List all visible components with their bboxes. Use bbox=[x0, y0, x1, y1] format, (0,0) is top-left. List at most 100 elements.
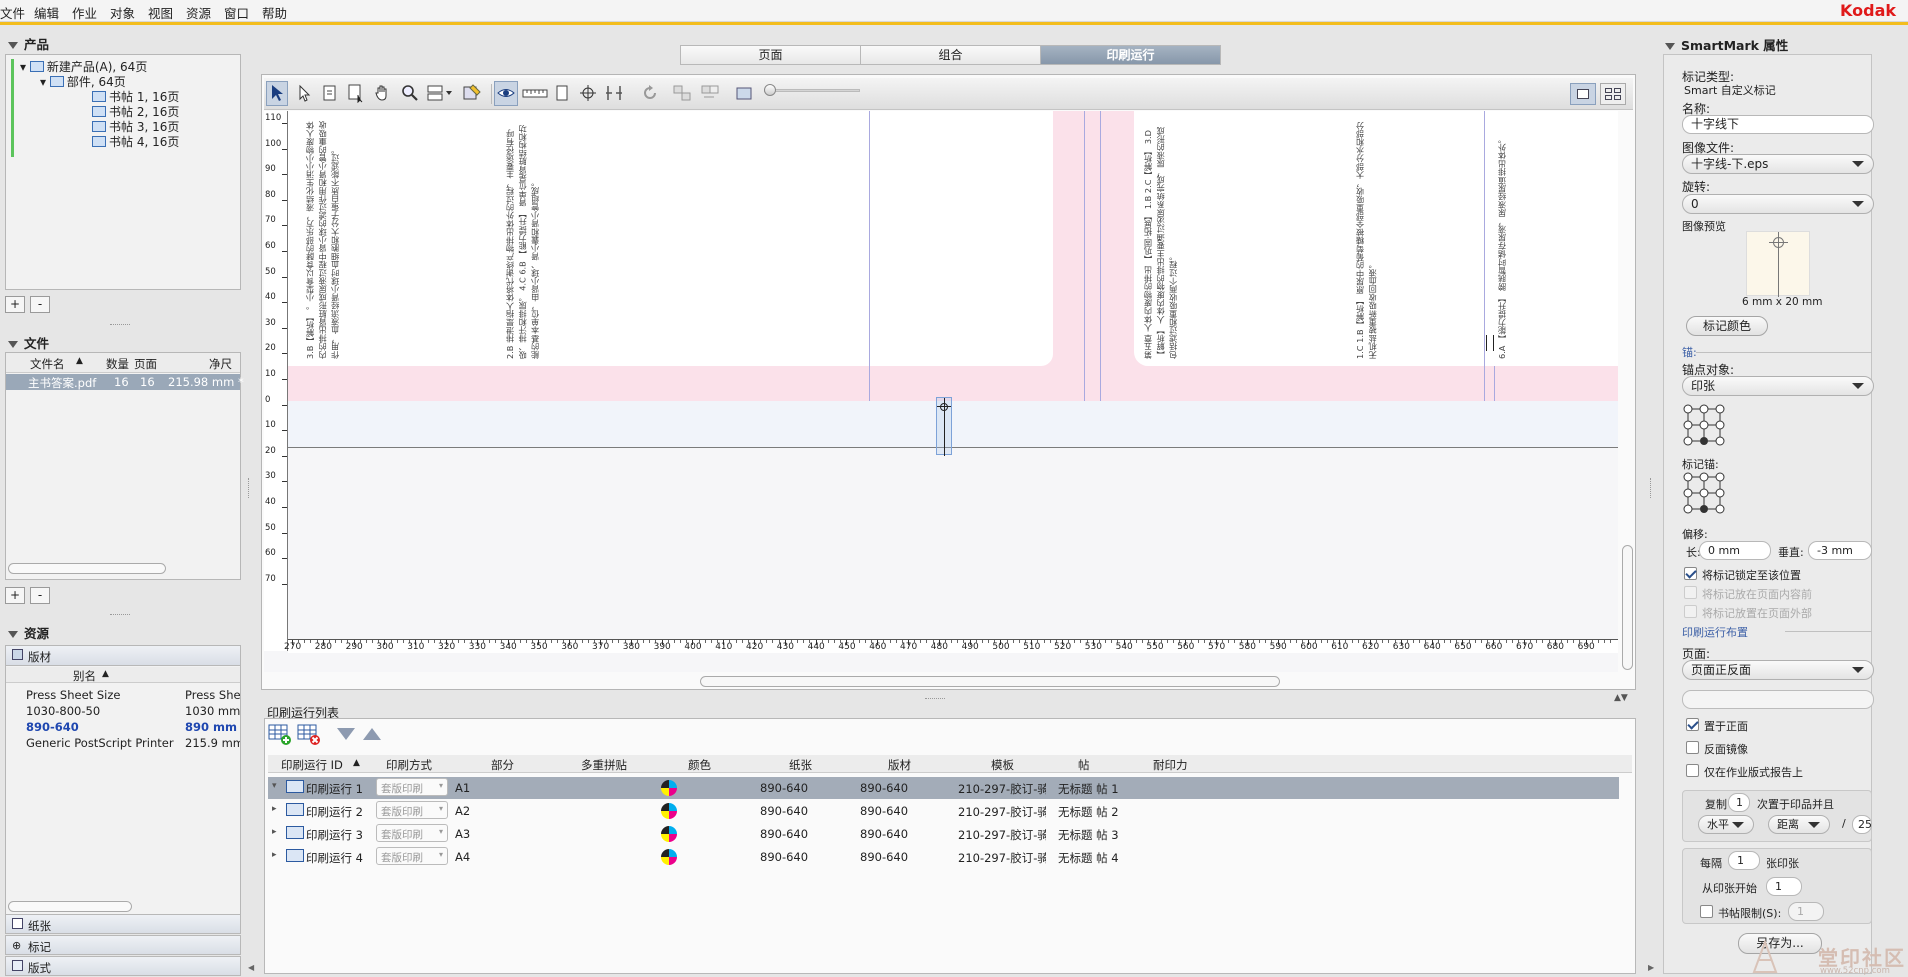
expand-triangle-icon[interactable]: ▾ bbox=[272, 781, 277, 791]
direct-select-icon[interactable] bbox=[294, 83, 314, 103]
align-right-icon[interactable] bbox=[700, 83, 720, 103]
zoom-icon[interactable] bbox=[400, 83, 420, 103]
move-down-icon[interactable] bbox=[337, 728, 355, 740]
col-plate[interactable]: 版材 bbox=[888, 757, 911, 773]
splitter-grip[interactable] bbox=[110, 324, 130, 326]
offset-v-input[interactable]: -3 mm bbox=[1808, 541, 1872, 560]
col-run-length[interactable]: 耐印力 bbox=[1153, 757, 1188, 773]
image-file-select[interactable]: 十字线-下.eps bbox=[1682, 154, 1874, 174]
page-view-icon[interactable] bbox=[552, 83, 572, 103]
expand-triangle-icon[interactable]: ▸ bbox=[272, 850, 277, 860]
placement-checkbox[interactable] bbox=[1686, 718, 1699, 731]
anchor-object-select[interactable]: 印张 bbox=[1682, 376, 1874, 396]
press-run-row[interactable]: ▸ 印刷运行 3 套版印刷 ▾ A3 890-640 890-640 210-297-胶订-骑… bbox=[268, 823, 1619, 845]
menu-object[interactable]: 对象 bbox=[110, 3, 135, 22]
move-up-icon[interactable] bbox=[363, 728, 381, 740]
selected-smart-mark[interactable] bbox=[936, 397, 952, 456]
splitter-grip[interactable] bbox=[925, 698, 945, 700]
page-arrow-icon[interactable] bbox=[346, 83, 366, 104]
placement-checkbox[interactable] bbox=[1686, 741, 1699, 754]
method-select[interactable]: 套版印刷 ▾ bbox=[376, 847, 448, 865]
col-multi-up[interactable]: 多重拼贴 bbox=[581, 757, 627, 773]
col-part[interactable]: 部分 bbox=[491, 757, 514, 773]
name-input[interactable]: 十字线下 bbox=[1682, 115, 1874, 134]
splitter-grip[interactable] bbox=[1650, 478, 1652, 498]
ruler-icon[interactable] bbox=[522, 83, 548, 103]
empty-select[interactable] bbox=[1682, 690, 1874, 709]
save-as-button[interactable]: 另存为... bbox=[1738, 933, 1822, 954]
menu-view[interactable]: 视图 bbox=[148, 3, 173, 22]
sig-limit-checkbox[interactable] bbox=[1700, 905, 1713, 918]
mark-anchor-grid[interactable] bbox=[1682, 471, 1727, 516]
left-arrow-icon[interactable]: ◀ bbox=[248, 963, 254, 972]
page-select[interactable]: 页面正反面 bbox=[1682, 660, 1874, 680]
menu-window[interactable]: 窗口 bbox=[224, 3, 249, 22]
collapse-arrows-icon[interactable]: ▲▼ bbox=[1614, 693, 1628, 703]
resource-row[interactable]: Press Sheet Size bbox=[26, 688, 120, 702]
color-cmyk-icon[interactable] bbox=[661, 849, 677, 865]
crosshair-tool-icon[interactable] bbox=[578, 83, 598, 103]
col-paper[interactable]: 纸张 bbox=[789, 757, 812, 773]
splitter-grip[interactable] bbox=[248, 478, 250, 498]
method-select[interactable]: 套版印刷 ▾ bbox=[376, 801, 448, 819]
marks-tool-icon[interactable] bbox=[426, 83, 460, 103]
select-arrow-icon[interactable] bbox=[267, 83, 287, 103]
single-view-icon[interactable] bbox=[1570, 83, 1596, 105]
resources-scrollbar[interactable] bbox=[8, 901, 132, 912]
resources-panel-title[interactable]: 资源 bbox=[8, 623, 49, 642]
eye-view-icon[interactable] bbox=[496, 83, 516, 103]
preview-icon[interactable] bbox=[734, 83, 754, 103]
lock-option-checkbox[interactable] bbox=[1684, 586, 1697, 599]
direction-select[interactable]: 水平 bbox=[1698, 815, 1754, 834]
props-title[interactable]: SmartMark 属性 bbox=[1665, 35, 1788, 54]
col-color[interactable]: 颜色 bbox=[688, 757, 711, 773]
menu-resources[interactable]: 资源 bbox=[186, 3, 211, 22]
menu-job[interactable]: 作业 bbox=[72, 3, 97, 22]
menu-edit[interactable]: 编辑 bbox=[34, 3, 59, 22]
col-quantity[interactable]: 数量 bbox=[106, 356, 129, 372]
col-alias[interactable]: 别名 bbox=[73, 668, 96, 684]
distance-input[interactable]: 25 bbox=[1852, 815, 1872, 834]
press-run-row[interactable]: ▾ 印刷运行 1 套版印刷 ▾ A1 890-640 890-640 210-297-胶订-骑… bbox=[268, 777, 1619, 799]
col-method[interactable]: 印刷方式 bbox=[386, 757, 432, 773]
hand-pan-icon[interactable] bbox=[372, 83, 392, 103]
press-run-row[interactable]: ▸ 印刷运行 2 套版印刷 ▾ A2 890-640 890-640 210-297-胶订-骑… bbox=[268, 800, 1619, 822]
lock-option-checkbox[interactable] bbox=[1684, 605, 1697, 618]
canvas-v-scrollbar[interactable] bbox=[1622, 545, 1633, 670]
color-cmyk-icon[interactable] bbox=[661, 826, 677, 842]
every-input[interactable]: 1 bbox=[1728, 851, 1760, 870]
method-select[interactable]: 套版印刷 ▾ bbox=[376, 778, 448, 796]
splitter-grip[interactable] bbox=[110, 614, 130, 616]
anchor-point-grid[interactable] bbox=[1682, 403, 1727, 448]
color-cmyk-icon[interactable] bbox=[661, 803, 677, 819]
color-cmyk-icon[interactable] bbox=[661, 780, 677, 796]
col-run-id[interactable]: 印刷运行 ID bbox=[281, 757, 343, 773]
split-tool-icon[interactable] bbox=[604, 83, 624, 103]
tab-pages[interactable]: 页面 bbox=[680, 45, 861, 65]
delete-press-run-icon[interactable] bbox=[297, 722, 321, 746]
right-arrow-icon[interactable]: ▶ bbox=[1648, 963, 1654, 972]
layout-canvas[interactable]: 110 100 90 80 70 60 50 40 30 20 10 0 10 20 30 40 50 60 70 … bbox=[264, 111, 1618, 672]
expand-triangle-icon[interactable]: ▸ bbox=[272, 804, 277, 814]
lock-option-checkbox[interactable] bbox=[1684, 567, 1697, 580]
tab-assembly[interactable]: 组合 bbox=[860, 45, 1041, 65]
col-filename[interactable]: 文件名 bbox=[30, 356, 65, 372]
smart-mark-icon[interactable] bbox=[462, 83, 482, 103]
resource-row-selected[interactable]: 890-640 bbox=[26, 720, 79, 734]
zoom-slider-thumb[interactable] bbox=[764, 84, 776, 96]
tab-press-runs[interactable]: 印刷运行 bbox=[1040, 45, 1221, 65]
rotation-select[interactable]: 0 bbox=[1682, 194, 1874, 214]
zoom-slider-track[interactable] bbox=[764, 89, 860, 92]
grid-view-icon[interactable] bbox=[1600, 83, 1626, 105]
rotate-icon[interactable] bbox=[640, 83, 660, 103]
files-scrollbar[interactable] bbox=[8, 563, 166, 574]
file-row[interactable]: 主书答案.pdf 16 16 215.98 mm * bbox=[6, 374, 244, 390]
menu-file[interactable]: 文件 bbox=[0, 3, 25, 22]
copy-count-input[interactable]: 1 bbox=[1728, 793, 1750, 812]
col-template[interactable]: 模板 bbox=[991, 757, 1014, 773]
press-run-row[interactable]: ▸ 印刷运行 4 套版印刷 ▾ A4 890-640 890-640 210-297-胶订-骑… bbox=[268, 846, 1619, 868]
plates-section-header[interactable]: 版材 bbox=[6, 646, 240, 666]
resource-row[interactable]: 1030-800-50 bbox=[26, 704, 100, 718]
canvas-h-scrollbar[interactable] bbox=[700, 676, 1280, 687]
placement-checkbox[interactable] bbox=[1686, 764, 1699, 777]
